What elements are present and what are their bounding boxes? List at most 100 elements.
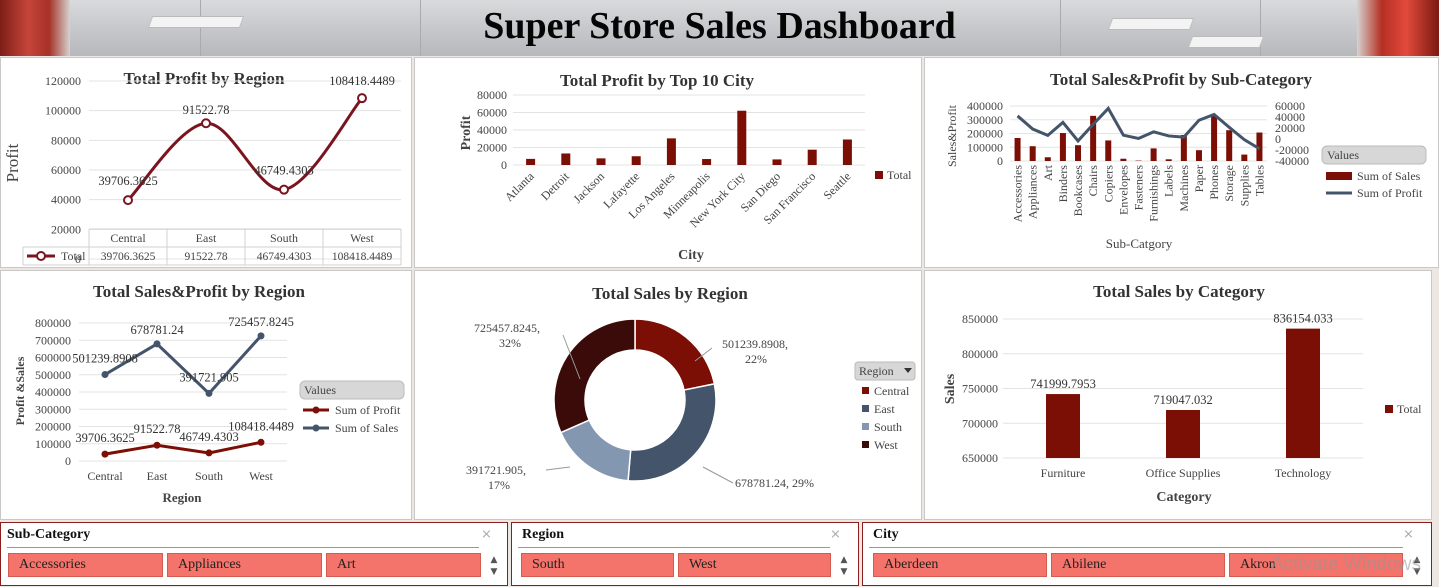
slicer-item[interactable]: Aberdeen <box>873 553 1047 577</box>
data-point <box>153 340 161 348</box>
legend-label: Central <box>874 384 910 398</box>
x-tick-label: West <box>249 469 273 483</box>
legend-label-sales: Sum of Sales <box>1357 169 1421 183</box>
scroll-down-icon[interactable]: ▼ <box>488 567 500 577</box>
bar <box>631 156 641 165</box>
bar <box>1226 130 1233 161</box>
table-cell: 39706.3625 <box>101 251 156 263</box>
data-label-west-pct: 32% <box>499 336 521 350</box>
y-tick-label: 600000 <box>35 351 71 365</box>
chart-title: Total Profit by Top 10 City <box>560 71 755 90</box>
x-tick-label: Fasteners <box>1132 165 1146 211</box>
y-tick-label: 700000 <box>962 416 998 430</box>
scroll-down-icon[interactable]: ▼ <box>838 567 850 577</box>
clear-filter-icon[interactable]: ⨯ <box>481 527 492 542</box>
slicer-item[interactable]: Accessories <box>8 553 163 577</box>
y-tick-label: 400000 <box>35 385 71 399</box>
y-axis-label: Profit <box>459 115 474 150</box>
sales-profit-region-svg: Total Sales&Profit by Region Profit &Sal… <box>13 282 405 505</box>
x-axis-label: Category <box>1156 490 1211 505</box>
data-point <box>101 371 109 379</box>
data-label: 836154.033 <box>1273 312 1332 326</box>
legend-swatch <box>862 387 869 394</box>
slicer-header: City <box>873 527 899 542</box>
profit-by-region-chart[interactable]: Total Profit by Region Profit 120000 1000… <box>0 57 412 268</box>
legend-marker-sales <box>312 424 320 432</box>
data-point <box>205 449 213 457</box>
donut-slice-east <box>627 383 717 482</box>
data-point <box>357 93 367 104</box>
y-tick-label-left: 200000 <box>967 127 1003 141</box>
bar <box>1046 394 1080 458</box>
y-tick-label-right: -40000 <box>1275 154 1309 168</box>
y-tick-label: 20000 <box>51 222 81 236</box>
bar <box>1166 410 1200 458</box>
dashboard-title: Super Store Sales Dashboard <box>483 5 956 47</box>
slicer-header: Sub-Category <box>7 527 91 542</box>
leader-line <box>702 466 734 484</box>
table-header-cell: South <box>270 231 298 245</box>
slicer-region[interactable]: Region ⨯ South West ▲ ▼ <box>511 522 859 586</box>
x-tick-label: Paper <box>1192 165 1206 192</box>
data-label: 391721.905 <box>179 370 238 384</box>
slicer-item[interactable]: West <box>678 553 831 577</box>
y-tick-label: 100000 <box>45 104 81 118</box>
y-tick-label: 650000 <box>962 451 998 465</box>
legend-label-profit: Sum of Profit <box>1357 186 1423 200</box>
x-tick-label: Chairs <box>1086 165 1100 197</box>
bar <box>1014 137 1021 161</box>
legend-swatch <box>862 405 869 412</box>
slicer-item[interactable]: South <box>521 553 674 577</box>
table-cell: 46749.4303 <box>257 251 312 263</box>
data-point <box>205 389 213 397</box>
data-label-south: 391721.905, <box>466 463 526 477</box>
windows-activation-watermark: Activate Windows <box>1271 554 1421 575</box>
x-tick-label: Appliances <box>1026 165 1040 219</box>
slicer-item[interactable]: Appliances <box>167 553 322 577</box>
bar <box>1195 150 1202 161</box>
clear-filter-icon[interactable]: ⨯ <box>1403 527 1414 542</box>
y-tick-label: 800000 <box>35 316 71 330</box>
x-tick-label: Phones <box>1207 165 1221 200</box>
leader-line <box>545 466 571 471</box>
slicer-item[interactable]: Art <box>326 553 481 577</box>
bar <box>666 138 676 165</box>
bar <box>561 153 571 165</box>
scroll-up-icon[interactable]: ▲ <box>838 555 850 565</box>
table-cell: 91522.78 <box>184 251 227 263</box>
donut-slice-south <box>559 419 632 482</box>
x-tick-label: Bookcases <box>1071 165 1085 217</box>
table-header-cell: Central <box>110 231 146 245</box>
y-tick-label: 700000 <box>35 333 71 347</box>
x-tick-label: Atlanta <box>502 169 537 204</box>
legend-marker-profit <box>312 406 320 414</box>
slicer-sub-category[interactable]: Sub-Category ⨯ Accessories Appliances Ar… <box>0 522 508 586</box>
legend-label: South <box>874 420 902 434</box>
clear-filter-icon[interactable]: ⨯ <box>830 527 841 542</box>
bar <box>772 159 782 165</box>
subcategory-chart[interactable]: Total Sales&Profit by Sub-Category Sales… <box>924 57 1439 268</box>
chart-title: Total Sales&Profit by Sub-Category <box>1050 70 1313 89</box>
data-point <box>279 184 289 195</box>
data-label-central: 501239.8908, <box>722 337 788 351</box>
data-label: 46749.4303 <box>254 164 313 178</box>
legend-header-label: Values <box>1327 148 1359 162</box>
bar <box>1075 145 1082 161</box>
y-axis-label: Profit &Sales <box>13 356 27 425</box>
y-tick-label: 100000 <box>35 437 71 451</box>
data-label: 108418.4489 <box>329 74 395 88</box>
sales-by-category-chart[interactable]: Total Sales by Category Sales Category 8… <box>924 270 1432 520</box>
chart-title: Total Profit by Region <box>123 69 285 88</box>
data-point <box>153 441 161 449</box>
x-tick-label: Storage <box>1222 165 1236 202</box>
sales-profit-region-chart[interactable]: Total Sales&Profit by Region Profit &Sal… <box>0 270 412 520</box>
sales-by-region-chart[interactable]: Total Sales by Region 501239.8908, 22% 6… <box>414 270 922 520</box>
y-tick-label-left: 300000 <box>967 113 1003 127</box>
x-axis-label: Region <box>163 490 203 505</box>
profit-by-city-chart[interactable]: Total Profit by Top 10 City Profit City … <box>414 57 922 268</box>
bar <box>1211 115 1218 161</box>
legend-label: Total <box>887 168 912 182</box>
scroll-up-icon[interactable]: ▲ <box>488 555 500 565</box>
slicer-item[interactable]: Abilene <box>1051 553 1225 577</box>
slicer-divider <box>869 547 1403 548</box>
